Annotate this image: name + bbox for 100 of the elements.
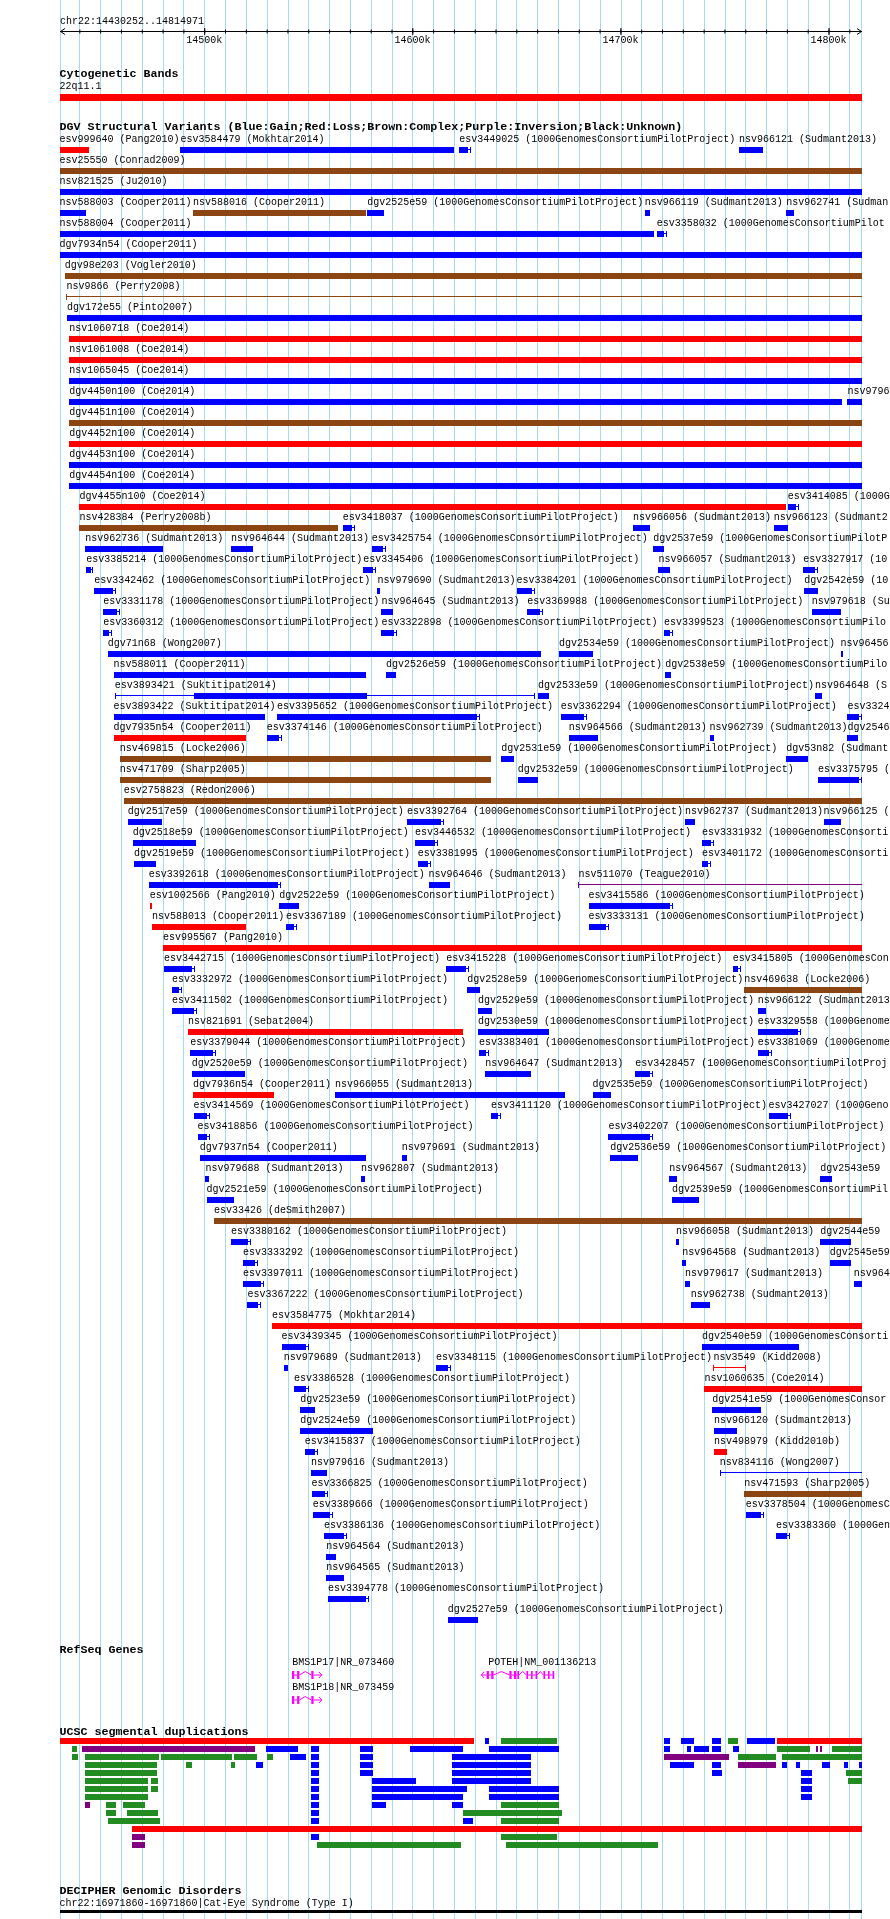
variant-label: nsv3549 (Kidd2008) (713, 1351, 822, 1364)
variant-label: nsv962736 (Sudmant2013) (85, 532, 224, 545)
variant-label: nsv964644 (Sudmant2013) (231, 532, 370, 545)
variant-label: nsv471709 (Sharp2005) (119, 763, 246, 776)
track-title: DGV Structural Variants (Blue:Gain;Red:Loss;Brown:Complex;Purple:Inversion;Black:Unknown) (59, 120, 683, 134)
track-title: Cytogenetic Bands (59, 67, 179, 81)
variant-label: dgv2522e59 (1000GenomesConsortiumPilotProject) (279, 889, 556, 902)
variant-label: dgv4450n100 (Coe2014) (69, 385, 196, 398)
variant-label: nsv498979 (Kidd2010b) (714, 1435, 841, 1448)
variant-label: esv3415586 (1000GenomesConsortiumPilotProject) (588, 889, 865, 902)
variant-label: nsv964648 (S (815, 679, 888, 692)
variant-label: esv3367189 (1000GenomesConsortiumPilotProject) (286, 910, 563, 923)
variant-label: esv3342462 (1000GenomesConsortiumPilotProject) (94, 574, 371, 587)
variant-label: esv3392764 (1000GenomesConsortiumPilotProject) (406, 805, 683, 818)
variant-label: esv3428457 (1000GenomesConsortiumPilotProj (635, 1057, 888, 1070)
variant-label: nsv588003 (Cooper2011) (59, 196, 192, 209)
variant-label: esv3381995 (1000GenomesConsortiumPilotProject) (417, 847, 694, 860)
variant-label: nsv821525 (Ju2010) (59, 175, 168, 188)
variant-label: esv3348115 (1000GenomesConsortiumPilotProject) (435, 1351, 712, 1364)
variant-label: nsv588011 (Cooper2011) (113, 658, 246, 671)
variant-label: nsv964565 (Sudmant2013) (326, 1561, 465, 1574)
variant-label: esv2758823 (Redon2006) (123, 784, 256, 797)
variant-label: nsv966055 (Sudmant2013) (334, 1078, 473, 1091)
variant-label: esv3383360 (1000Gen (775, 1519, 890, 1532)
variant-label: esv3333131 (1000GenomesConsortiumPilotProject) (588, 910, 865, 923)
variant-label: esv3411502 (1000GenomesConsortiumPilotProject) (171, 994, 448, 1007)
gene-label: BMS1P18|NR_073459 (292, 1682, 395, 1694)
tick-label: 14800k (810, 35, 847, 47)
variant-label: esv3374146 (1000GenomesConsortiumPilotProject) (266, 721, 543, 734)
variant-label: esv3366825 (1000GenomesConsortiumPilotProject) (311, 1477, 588, 1490)
variant-label: dgv2528e59 (1000GenomesConsortiumPilotProject) (467, 973, 744, 986)
variant-label: esv3332972 (1000GenomesConsortiumPilotProject) (171, 973, 448, 986)
variant-label: nsv511070 (Teague2010) (578, 868, 711, 881)
variant-label: dgv172e55 (Pinto2007) (66, 301, 193, 314)
variant-label: esv3358032 (1000GenomesConsortiumPilot (656, 217, 885, 230)
variant-label: dgv53n82 (Sudmant (786, 742, 889, 755)
variant-label: nsv966122 (Sudmant2013 (757, 994, 890, 1007)
variant-label: nsv471593 (Sharp2005) (744, 1477, 871, 1490)
variant-label: nsv979689 (Sudmant2013) (283, 1351, 422, 1364)
variant-label: nsv428384 (Perry2008b) (79, 511, 212, 524)
variant-label: esv3401172 (1000GenomesConsorti (702, 847, 889, 860)
variant-label: nsv966120 (Sudmant2013) (714, 1414, 853, 1427)
variant-label: nsv1060635 (Coe2014) (704, 1372, 825, 1385)
variant-label: esv3333292 (1000GenomesConsortiumPilotProject) (242, 1246, 519, 1259)
variant-label: esv3449025 (1000GenomesConsortiumPilotProject) (459, 133, 736, 146)
variant-label: nsv964566 (Sudmant2013) (568, 721, 707, 734)
variant-label: nsv964567 (Sudmant2013) (669, 1162, 808, 1175)
variant-label: nsv979691 (Sudmant2013) (401, 1141, 540, 1154)
variant-label: esv3386528 (1000GenomesConsortiumPilotProject) (294, 1372, 571, 1385)
variant-label: esv3329558 (1000Genome (757, 1015, 890, 1028)
position-range: chr22:14430252..14814971 (60, 16, 205, 28)
variant-label: nsv964568 (Sudmant2013) (682, 1246, 821, 1259)
variant-label: dgv2529e59 (1000GenomesConsortiumPilotProject) (477, 994, 754, 1007)
variant-label: dgv2525e59 (1000GenomesConsortiumPilotProject) (367, 196, 644, 209)
variant-label: nsv9866 (Perry2008) (66, 280, 181, 293)
variant-label: nsv964647 (Sudmant2013) (485, 1057, 624, 1070)
variant-label: dgv2537e59 (1000GenomesConsortiumPilotP (653, 532, 888, 545)
variant-label: esv3415805 (1000GenomesCon (732, 952, 889, 965)
variant-label: dgv2523e59 (1000GenomesConsortiumPilotProject) (300, 1393, 577, 1406)
variant-label: esv3385214 (1000GenomesConsortiumPilotProject) (86, 553, 363, 566)
variant-label: esv3893421 (Suktitipat2014) (114, 679, 277, 692)
gene-label: BMS1P17|NR_073460 (292, 1657, 395, 1669)
variant-label: nsv588004 (Cooper2011) (59, 217, 192, 230)
variant-label: dgv2542e59 (10 (804, 574, 889, 587)
variant-label: esv3331178 (1000GenomesConsortiumPilotProject) (103, 595, 380, 608)
variant-label: esv3380162 (1000GenomesConsortiumPilotProject) (231, 1225, 508, 1238)
variant-label: esv3415228 (1000GenomesConsortiumPilotProject) (446, 952, 723, 965)
track-title: RefSeq Genes (59, 1644, 144, 1657)
variant-label: esv3394778 (1000GenomesConsortiumPilotProject) (328, 1582, 605, 1595)
variant-label: nsv96456 (840, 637, 889, 650)
variant-label: nsv964646 (Sudmant2013) (428, 868, 567, 881)
variant-label: dgv2546 (847, 721, 890, 734)
variant-label: esv3379044 (1000GenomesConsortiumPilotProject) (190, 1036, 467, 1049)
variant-label: esv995567 (Pang2010) (162, 931, 283, 944)
variant-label: dgv2535e59 (1000GenomesConsortiumPilotProject) (592, 1078, 869, 1091)
variant-label: nsv588016 (Cooper2011) (193, 196, 325, 209)
variant-label: esv999640 (Pang2010) (59, 133, 180, 146)
variant-label: esv3392618 (1000GenomesConsortiumPilotProject) (148, 868, 425, 881)
variant-label: dgv2533e59 (1000GenomesConsortiumPilotProject) (538, 679, 815, 692)
variant-label: esv3381069 (1000Genome (757, 1036, 890, 1049)
variant-label: dgv2540e59 (1000GenomesConsorti (702, 1330, 889, 1343)
variant-label: dgv2530e59 (1000GenomesConsortiumPilotProject) (477, 1015, 754, 1028)
variant-label: nsv469815 (Locke2006) (119, 742, 246, 755)
variant-label: esv3411120 (1000GenomesConsortiumPilotProject) (490, 1099, 767, 1112)
variant-label: nsv962741 (Sudman (786, 196, 889, 209)
variant-label: nsv9796 (847, 385, 890, 398)
variant-label: dgv2544e59 (820, 1225, 881, 1238)
variant-label: esv3399523 (1000GenomesConsortiumPilo (664, 616, 887, 629)
variant-label: esv3446532 (1000GenomesConsortiumPilotProject) (414, 826, 691, 839)
variant-label: nsv821691 (Sebat2004) (187, 1015, 314, 1028)
variant-label: esv3322898 (1000GenomesConsortiumPilotProject) (381, 616, 658, 629)
variant-label: dgv2532e59 (1000GenomesConsortiumPilotProject) (517, 763, 794, 776)
variant-label: esv3414569 (1000GenomesConsortiumPilotProject) (193, 1099, 470, 1112)
variant-label: nsv962807 (Sudmant2013) (361, 1162, 499, 1175)
track-title: UCSC segmental duplications (59, 1727, 249, 1739)
band-label: 22q11.1 (59, 80, 102, 93)
variant-label: nsv1061008 (Coe2014) (69, 343, 190, 356)
variant-label: nsv966057 (Sudmant2013) (658, 553, 797, 566)
variant-label: esv3327917 (10 (803, 553, 888, 566)
tick-label: 14700k (602, 35, 639, 47)
